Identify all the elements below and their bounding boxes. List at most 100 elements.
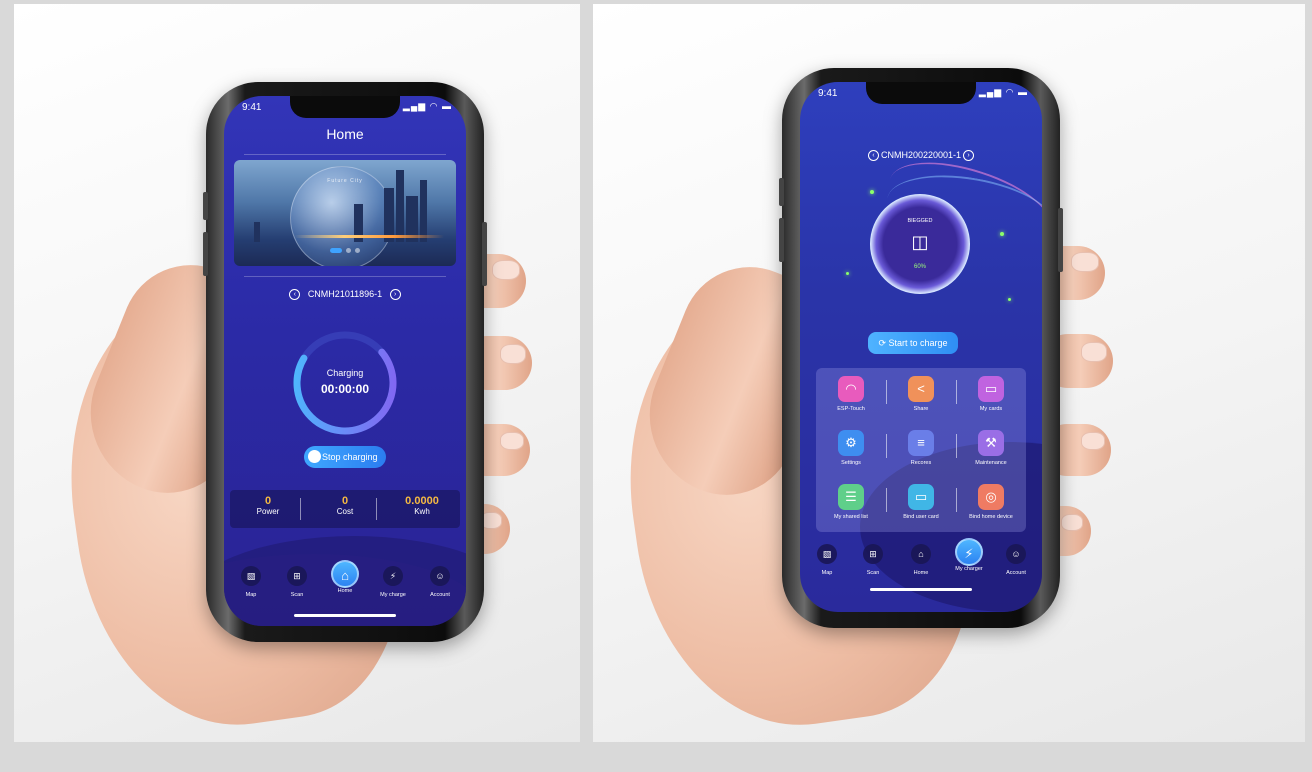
ring-percent: 60%: [913, 264, 926, 270]
next-device-icon[interactable]: ›: [963, 150, 975, 162]
divider: [244, 154, 446, 155]
notch: [290, 96, 400, 118]
grid-item-label: Recores: [910, 460, 932, 466]
map-icon: ▧: [817, 544, 837, 564]
charger-car-icon: ◫: [911, 232, 929, 252]
home-screen: 9:41 ▂▄▆ ◠ ▬ Home Future City ‹ CNMH2101…: [224, 96, 466, 626]
home-indicator[interactable]: [870, 588, 972, 591]
grid-item-settings[interactable]: ⚙ Settings: [816, 430, 886, 466]
tab-label: Account: [430, 592, 450, 598]
stat-label: Power: [256, 507, 280, 516]
light-streak: [294, 235, 444, 238]
carousel-dot-2[interactable]: [346, 248, 351, 254]
share-icon: <: [908, 376, 934, 402]
grid-item-esp-touch[interactable]: ◠ ESP-Touch: [816, 376, 886, 412]
tab-label: Scan: [290, 592, 304, 598]
charger-status-ring: BIEGGED ◫ 60%: [870, 194, 970, 294]
home-indicator[interactable]: [294, 614, 396, 617]
carousel-dots[interactable]: [234, 242, 456, 260]
tab-scan[interactable]: ⊞ Scan: [849, 544, 897, 576]
tab-label: Home: [337, 588, 353, 594]
stat-cost: 0 Cost: [307, 495, 383, 516]
stat-value: 0: [341, 495, 349, 507]
tab-my-charger[interactable]: ⚡ My charger: [945, 538, 993, 572]
tab-home[interactable]: ⌂ Home: [321, 560, 369, 594]
grid-item-label: Bind home device: [969, 514, 1013, 520]
tab-label: My charge: [380, 592, 406, 598]
charger-icon: ⚡: [955, 538, 983, 566]
list-icon: ☰: [838, 484, 864, 510]
account-icon: ☺: [1006, 544, 1026, 564]
divider: [300, 498, 301, 520]
phone-right: 9:41 ▂▄▆ ◠ ▬ ‹ CNMH200220001-1 › BIEGGED ◫…: [779, 68, 1063, 628]
feature-grid: ◠ ESP-Touch < Share ▭ My cards ⚙ Setting…: [816, 368, 1026, 532]
stat-kwh: 0.0000 Kwh: [384, 495, 460, 516]
bind-device-icon: ◎: [978, 484, 1004, 510]
tab-account[interactable]: ☺ Account: [992, 544, 1040, 576]
grid-item-share[interactable]: < Share: [886, 376, 956, 412]
records-icon: ≡: [908, 430, 934, 456]
start-charge-button[interactable]: ⟳ Start to charge: [868, 332, 958, 354]
status-time: 9:41: [242, 102, 262, 113]
grid-item-label: My shared list: [834, 514, 868, 520]
stop-charging-button[interactable]: Stop charging: [304, 446, 386, 468]
card-icon: ▭: [978, 376, 1004, 402]
divider: [244, 276, 446, 277]
charger-screen: 9:41 ▂▄▆ ◠ ▬ ‹ CNMH200220001-1 › BIEGGED ◫…: [800, 82, 1042, 612]
map-icon: ▧: [241, 566, 261, 586]
charging-label: Charging: [326, 368, 364, 378]
bind-card-icon: ▭: [908, 484, 934, 510]
tab-label: Map: [245, 592, 257, 598]
tab-home[interactable]: ⌂ Home: [897, 544, 945, 576]
bottom-tab-bar: ▧ Map ⊞ Scan ⌂ Home ⚡ My charge ☺ Accoun…: [224, 560, 466, 626]
next-device-icon[interactable]: ›: [389, 289, 401, 301]
grid-item-bind-user-card[interactable]: ▭ Bind user card: [886, 484, 956, 520]
carousel-dot-3[interactable]: [355, 248, 360, 254]
wrench-icon: ⚒: [978, 430, 1004, 456]
stat-label: Kwh: [414, 507, 430, 516]
grid-item-label: Maintenance: [975, 460, 1007, 466]
grid-item-records[interactable]: ≡ Recores: [886, 430, 956, 466]
tab-label: Map: [821, 570, 833, 576]
charger-icon: ⚡: [383, 566, 403, 586]
wifi-icon: ◠: [838, 376, 864, 402]
prev-device-icon[interactable]: ‹: [867, 150, 879, 162]
tab-account[interactable]: ☺ Account: [416, 566, 464, 598]
grid-item-label: Share: [913, 406, 929, 412]
grid-item-my-cards[interactable]: ▭ My cards: [956, 376, 1026, 412]
tab-map[interactable]: ▧ Map: [803, 544, 851, 576]
grid-item-my-shared-list[interactable]: ☰ My shared list: [816, 484, 886, 520]
carousel-dot-1[interactable]: [330, 248, 342, 254]
device-selector: ‹ CNMH21011896-1 ›: [224, 289, 466, 301]
notch: [866, 82, 976, 104]
stat-value: 0: [264, 495, 272, 507]
signal-wifi-battery-icon: ▂▄▆ ◠ ▬: [402, 101, 452, 111]
grid-item-label: Bind user card: [903, 514, 939, 520]
tab-label: Account: [1006, 570, 1026, 576]
stat-power: 0 Power: [230, 495, 306, 516]
bottom-tab-bar: ▧ Map ⊞ Scan ⌂ Home ⚡ My charger ☺ Accou…: [800, 538, 1042, 604]
grid-item-maintenance[interactable]: ⚒ Maintenance: [956, 430, 1026, 466]
tab-map[interactable]: ▧ Map: [227, 566, 275, 598]
grid-item-label: Settings: [841, 460, 861, 466]
right-mockup-panel: 9:41 ▂▄▆ ◠ ▬ ‹ CNMH200220001-1 › BIEGGED ◫…: [593, 4, 1305, 742]
scan-icon: ⊞: [863, 544, 883, 564]
tab-scan[interactable]: ⊞ Scan: [273, 566, 321, 598]
toggle-knob-icon: [308, 450, 321, 463]
device-id: CNMH200220001-1: [880, 150, 962, 160]
divider: [376, 498, 377, 520]
grid-item-bind-home-device[interactable]: ◎ Bind home device: [956, 484, 1026, 520]
stop-charging-label: Stop charging: [322, 452, 378, 462]
tab-my-charge[interactable]: ⚡ My charge: [369, 566, 417, 598]
home-icon: ⌂: [331, 560, 359, 588]
banner-carousel[interactable]: Future City: [234, 160, 456, 266]
home-icon: ⌂: [911, 544, 931, 564]
charging-timer: 00:00:00: [320, 382, 370, 396]
prev-device-icon[interactable]: ‹: [289, 289, 301, 301]
charging-ring: Charging 00:00:00: [286, 324, 404, 442]
account-icon: ☺: [430, 566, 450, 586]
device-selector: ‹ CNMH200220001-1 ›: [800, 150, 1042, 162]
stats-bar: 0 Power 0 Cost 0.0000 Kwh: [230, 490, 460, 528]
gear-icon: ⚙: [838, 430, 864, 456]
stat-value: 0.0000: [405, 495, 439, 507]
